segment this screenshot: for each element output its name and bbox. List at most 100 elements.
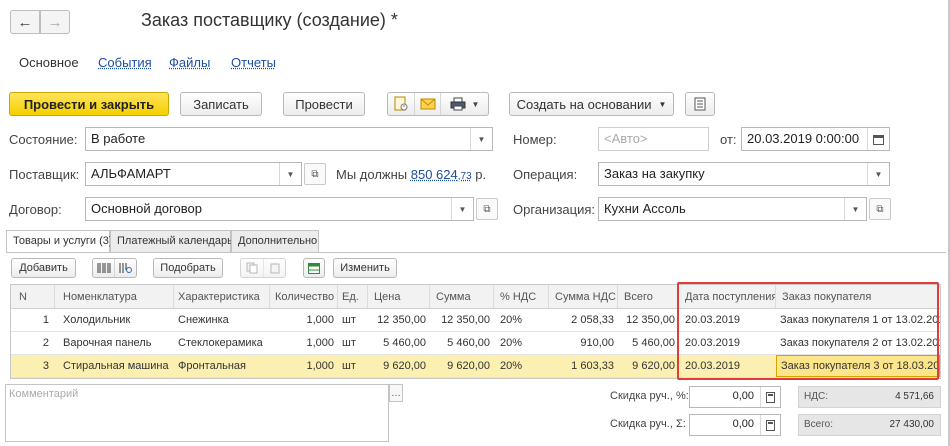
post-and-close-button[interactable]: Провести и закрыть bbox=[9, 92, 169, 116]
item-characteristic: Снежинка bbox=[178, 314, 229, 326]
debt-cents: ,73 bbox=[457, 171, 472, 182]
col-arrival-date[interactable]: Дата поступления bbox=[679, 285, 776, 308]
calendar-icon[interactable] bbox=[867, 128, 889, 150]
table-header: N Номенклатура Характеристика Количество… bbox=[11, 285, 940, 309]
grand-total-value: 27 430,00 bbox=[889, 419, 935, 430]
pick-button[interactable]: Подобрать bbox=[153, 258, 223, 278]
item-customer-order-active[interactable]: Заказ покупателя 3 от 18.03.2019 bbox=[776, 355, 940, 377]
item-total: 12 350,00 bbox=[626, 314, 675, 326]
col-total[interactable]: Всего bbox=[618, 285, 679, 308]
item-vat-sum: 910,00 bbox=[580, 337, 614, 349]
item-price: 5 460,00 bbox=[383, 337, 426, 349]
debt-amount-link[interactable]: 850 624,73 bbox=[411, 167, 472, 182]
chevron-down-icon: ▼ bbox=[658, 99, 667, 109]
date-from-label: от: bbox=[720, 132, 737, 147]
table-row[interactable]: 1 Холодильник Снежинка 1,000 шт 12 350,0… bbox=[11, 309, 940, 332]
col-vat-rate[interactable]: % НДС bbox=[494, 285, 549, 308]
number-label: Номер: bbox=[513, 132, 557, 147]
col-n[interactable]: N bbox=[11, 285, 55, 308]
chevron-down-icon[interactable]: ▼ bbox=[844, 198, 866, 220]
contract-field[interactable]: Основной договор ▼ bbox=[85, 197, 474, 221]
table-row[interactable]: 2 Варочная панель Стеклокерамика 1,000 ш… bbox=[11, 332, 940, 355]
tab-payment-calendar[interactable]: Платежный календарь bbox=[110, 230, 233, 252]
row-number: 1 bbox=[42, 314, 49, 326]
item-vat-rate: 20% bbox=[500, 360, 523, 372]
state-select[interactable]: В работе ▼ bbox=[85, 127, 493, 151]
section-reports[interactable]: Отчеты bbox=[231, 55, 276, 70]
col-sum[interactable]: Сумма bbox=[430, 285, 494, 308]
chevron-down-icon[interactable]: ▼ bbox=[470, 128, 492, 150]
col-item[interactable]: Номенклатура bbox=[55, 285, 174, 308]
open-organization-button[interactable]: ⧉ bbox=[869, 198, 891, 220]
forward-button[interactable]: → bbox=[40, 10, 70, 34]
vat-total-value: 4 571,66 bbox=[895, 391, 934, 402]
item-arrival-date: 20.03.2019 bbox=[685, 337, 741, 349]
col-customer-order[interactable]: Заказ покупателя bbox=[776, 285, 940, 308]
organization-field[interactable]: Кухни Ассоль ▼ bbox=[598, 197, 867, 221]
col-characteristic[interactable]: Характеристика bbox=[174, 285, 270, 308]
tab-goods[interactable]: Товары и услуги (3) bbox=[6, 230, 113, 253]
create-based-on-button[interactable]: Создать на основании ▼ bbox=[509, 92, 674, 116]
print-icon[interactable]: ▼ bbox=[440, 93, 488, 115]
paste-icon[interactable] bbox=[263, 259, 285, 277]
save-button[interactable]: Записать bbox=[180, 92, 262, 116]
item-characteristic: Стеклокерамика bbox=[178, 337, 263, 349]
structure-button[interactable] bbox=[685, 92, 715, 116]
section-events[interactable]: События bbox=[98, 55, 152, 70]
tab-divider bbox=[6, 252, 946, 253]
back-button[interactable]: ← bbox=[10, 10, 40, 34]
table-settings-button[interactable] bbox=[303, 258, 325, 278]
comment-placeholder: Комментарий bbox=[9, 388, 79, 400]
email-icon[interactable] bbox=[414, 93, 440, 115]
chevron-down-icon[interactable]: ▼ bbox=[867, 163, 889, 185]
chevron-down-icon: ▼ bbox=[471, 99, 480, 109]
item-name: Варочная панель bbox=[63, 337, 152, 349]
item-sum: 12 350,00 bbox=[441, 314, 490, 326]
state-label: Состояние: bbox=[9, 132, 78, 147]
contract-value: Основной договор bbox=[91, 201, 202, 216]
open-contract-button[interactable]: ⧉ bbox=[476, 198, 498, 220]
calculator-icon[interactable] bbox=[760, 387, 780, 407]
discount-sum-field[interactable]: 0,00 bbox=[689, 414, 781, 436]
report-icon[interactable] bbox=[388, 93, 414, 115]
operation-label: Операция: bbox=[513, 167, 578, 182]
supplier-field[interactable]: АЛЬФАМАРТ ▼ bbox=[85, 162, 302, 186]
table-row-selected[interactable]: 3 Стиральная машина Фронтальная 1,000 шт… bbox=[11, 355, 940, 378]
col-vat-sum[interactable]: Сумма НДС bbox=[549, 285, 618, 308]
vat-total-box: НДС: 4 571,66 bbox=[798, 386, 941, 408]
col-quantity[interactable]: Количество bbox=[270, 285, 338, 308]
chevron-down-icon[interactable]: ▼ bbox=[279, 163, 301, 185]
comment-field[interactable]: Комментарий bbox=[5, 384, 389, 442]
chevron-down-icon[interactable]: ▼ bbox=[451, 198, 473, 220]
row-number: 2 bbox=[42, 337, 49, 349]
open-supplier-button[interactable]: ⧉ bbox=[304, 163, 326, 185]
section-main[interactable]: Основное bbox=[19, 55, 79, 70]
toolbar-icon-group: ▼ bbox=[387, 92, 489, 116]
discount-percent-field[interactable]: 0,00 bbox=[689, 386, 781, 408]
barcode-search-icon[interactable] bbox=[114, 259, 136, 277]
post-button[interactable]: Провести bbox=[283, 92, 365, 116]
col-unit[interactable]: Ед. bbox=[338, 285, 368, 308]
item-unit: шт bbox=[342, 314, 356, 326]
arrow-left-icon: ← bbox=[17, 13, 33, 31]
date-field[interactable]: 20.03.2019 0:00:00 bbox=[741, 127, 890, 151]
calculator-icon[interactable] bbox=[760, 415, 780, 435]
edit-button[interactable]: Изменить bbox=[333, 258, 397, 278]
add-row-button[interactable]: Добавить bbox=[11, 258, 76, 278]
vat-total-label: НДС: bbox=[804, 391, 828, 402]
copy-group bbox=[240, 258, 286, 278]
grand-total-label: Всего: bbox=[804, 419, 833, 430]
open-icon: ⧉ bbox=[876, 203, 884, 215]
item-total: 5 460,00 bbox=[632, 337, 675, 349]
section-files[interactable]: Файлы bbox=[169, 55, 210, 70]
tab-additional[interactable]: Дополнительно bbox=[231, 230, 319, 252]
col-price[interactable]: Цена bbox=[368, 285, 430, 308]
barcode-icon[interactable] bbox=[93, 259, 114, 277]
operation-select[interactable]: Заказ на закупку ▼ bbox=[598, 162, 890, 186]
copy-icon[interactable] bbox=[241, 259, 263, 277]
operation-value: Заказ на закупку bbox=[604, 166, 705, 181]
number-field[interactable]: <Авто> bbox=[598, 127, 709, 151]
page-title: Заказ поставщику (создание) * bbox=[141, 10, 398, 30]
comment-expand-button[interactable]: … bbox=[389, 384, 403, 402]
ellipsis-icon: … bbox=[391, 387, 401, 399]
